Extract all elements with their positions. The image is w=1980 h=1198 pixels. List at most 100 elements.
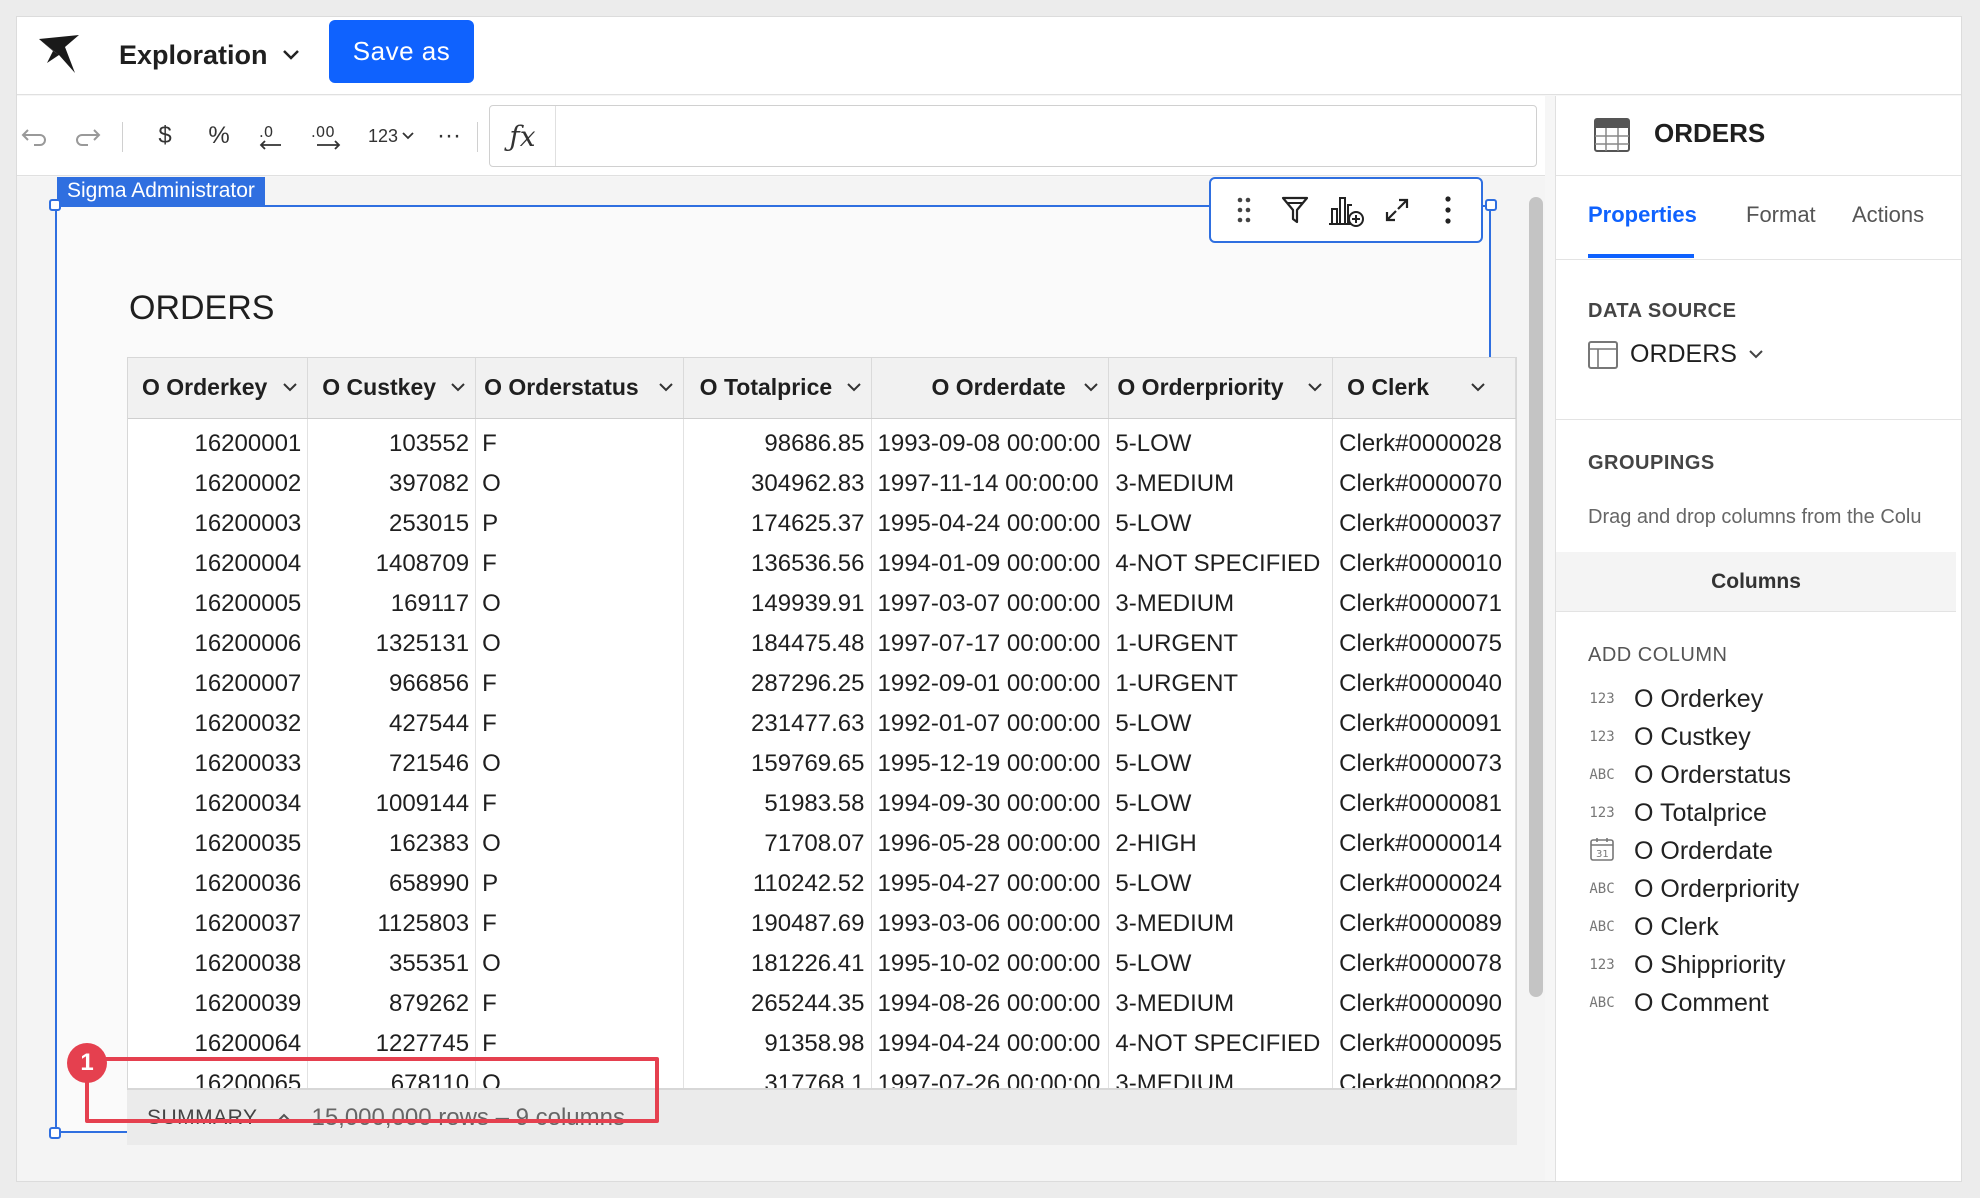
- table-cell[interactable]: O: [475, 464, 684, 504]
- table-cell[interactable]: F: [475, 784, 684, 824]
- table-cell[interactable]: O: [475, 584, 684, 624]
- table-cell[interactable]: Clerk#0000028: [1332, 418, 1516, 464]
- table-cell[interactable]: 3-MEDIUM: [1108, 584, 1334, 624]
- table-cell[interactable]: 2-HIGH: [1108, 824, 1334, 864]
- table-cell[interactable]: Clerk#0000024: [1332, 864, 1516, 904]
- table-row[interactable]: 16200033 721546 O 159769.65 1995-12-19 00:00…: [128, 744, 1516, 784]
- table-cell[interactable]: 1995-10-02 00:00:00: [871, 944, 1110, 984]
- table-element[interactable]: ORDERS O Orderkey O Custkey O Orderstatu…: [49, 199, 1517, 1145]
- table-cell[interactable]: F: [475, 984, 684, 1024]
- table-cell[interactable]: 721546: [307, 744, 477, 784]
- table-cell[interactable]: 159769.65: [683, 744, 872, 784]
- table-cell[interactable]: 103552: [307, 418, 477, 464]
- table-cell[interactable]: Clerk#0000070: [1332, 464, 1516, 504]
- resize-handle[interactable]: [1485, 199, 1497, 211]
- table-cell[interactable]: 51983.58: [683, 784, 872, 824]
- table-cell[interactable]: Clerk#0000082: [1332, 1064, 1516, 1088]
- table-cell[interactable]: 879262: [307, 984, 477, 1024]
- redo-icon[interactable]: [71, 118, 105, 154]
- table-row[interactable]: 16200007 966856 F 287296.25 1992-09-01 00:00…: [128, 664, 1516, 704]
- table-cell[interactable]: F: [475, 544, 684, 584]
- table-cell[interactable]: Clerk#0000075: [1332, 624, 1516, 664]
- table-row[interactable]: 16200002 397082 O 304962.83 1997-11-14 00:00…: [128, 464, 1516, 504]
- table-cell[interactable]: 4-NOT SPECIFIED: [1108, 544, 1334, 584]
- table-cell[interactable]: 190487.69: [683, 904, 872, 944]
- table-cell[interactable]: 1993-03-06 00:00:00: [871, 904, 1110, 944]
- table-cell[interactable]: 427544: [307, 704, 477, 744]
- column-header[interactable]: O Custkey: [307, 358, 477, 419]
- table-cell[interactable]: O: [475, 744, 684, 784]
- table-cell[interactable]: 136536.56: [683, 544, 872, 584]
- undo-icon[interactable]: [17, 118, 51, 154]
- add-chart-icon[interactable]: [1324, 188, 1368, 232]
- column-list-item[interactable]: 123 O Shippriority: [1588, 946, 1948, 984]
- table-cell[interactable]: 16200001: [128, 418, 309, 464]
- table-cell[interactable]: 1992-01-07 00:00:00: [871, 704, 1110, 744]
- table-cell[interactable]: 3-MEDIUM: [1108, 1064, 1334, 1088]
- table-row[interactable]: 16200003 253015 P 174625.37 1995-04-24 00:00…: [128, 504, 1516, 544]
- table-cell[interactable]: Clerk#0000090: [1332, 984, 1516, 1024]
- table-row[interactable]: 16200001 103552 F 98686.85 1993-09-08 00:00:…: [128, 418, 1516, 464]
- table-cell[interactable]: 16200006: [128, 624, 309, 664]
- table-cell[interactable]: 174625.37: [683, 504, 872, 544]
- table-cell[interactable]: 16200035: [128, 824, 309, 864]
- table-cell[interactable]: 16200004: [128, 544, 309, 584]
- table-cell[interactable]: Clerk#0000091: [1332, 704, 1516, 744]
- table-cell[interactable]: 1325131: [307, 624, 477, 664]
- table-cell[interactable]: 16200034: [128, 784, 309, 824]
- table-cell[interactable]: 162383: [307, 824, 477, 864]
- table-cell[interactable]: 91358.98: [683, 1024, 872, 1064]
- table-cell[interactable]: 16200007: [128, 664, 309, 704]
- expand-icon[interactable]: [1375, 188, 1419, 232]
- table-cell[interactable]: F: [475, 664, 684, 704]
- vertical-scrollbar[interactable]: [1529, 197, 1543, 997]
- table-cell[interactable]: 110242.52: [683, 864, 872, 904]
- resize-handle[interactable]: [49, 199, 61, 211]
- table-cell[interactable]: 5-LOW: [1108, 704, 1334, 744]
- table-cell[interactable]: 3-MEDIUM: [1108, 984, 1334, 1024]
- chevron-down-icon[interactable]: [1471, 383, 1485, 392]
- drag-handle-icon[interactable]: [1222, 188, 1266, 232]
- table-row[interactable]: 16200035 162383 O 71708.07 1996-05-28 00:00:…: [128, 824, 1516, 864]
- table-cell[interactable]: 184475.48: [683, 624, 872, 664]
- column-header[interactable]: O Clerk: [1332, 358, 1516, 419]
- table-cell[interactable]: 1993-09-08 00:00:00: [871, 418, 1110, 464]
- column-list-item[interactable]: ABC O Orderstatus: [1588, 756, 1948, 794]
- column-list-item[interactable]: ABC O Orderpriority: [1588, 870, 1948, 908]
- table-cell[interactable]: 169117: [307, 584, 477, 624]
- table-cell[interactable]: 16200039: [128, 984, 309, 1024]
- table-cell[interactable]: Clerk#0000089: [1332, 904, 1516, 944]
- table-cell[interactable]: 1992-09-01 00:00:00: [871, 664, 1110, 704]
- number-format-dropdown[interactable]: 123: [361, 118, 421, 154]
- chevron-down-icon[interactable]: [1084, 383, 1099, 392]
- table-cell[interactable]: 1995-04-24 00:00:00: [871, 504, 1110, 544]
- chevron-down-icon[interactable]: [283, 383, 297, 392]
- column-header[interactable]: O Totalprice: [683, 358, 872, 419]
- tab-format[interactable]: Format: [1746, 202, 1816, 228]
- table-cell[interactable]: 317768.1: [683, 1064, 872, 1088]
- table-row[interactable]: 16200038 355351 O 181226.41 1995-10-02 00:00…: [128, 944, 1516, 984]
- table-cell[interactable]: 98686.85: [683, 418, 872, 464]
- table-cell[interactable]: 71708.07: [683, 824, 872, 864]
- column-list-item[interactable]: 31 O Orderdate: [1588, 832, 1948, 870]
- decrease-decimals-icon[interactable]: .0: [249, 118, 293, 154]
- table-cell[interactable]: 355351: [307, 944, 477, 984]
- table-cell[interactable]: 1995-04-27 00:00:00: [871, 864, 1110, 904]
- tab-actions[interactable]: Actions: [1852, 202, 1924, 228]
- table-row[interactable]: 16200006 1325131 O 184475.48 1997-07-17 00:0…: [128, 624, 1516, 664]
- save-as-button[interactable]: Save as: [329, 20, 474, 83]
- table-cell[interactable]: 181226.41: [683, 944, 872, 984]
- chevron-down-icon[interactable]: [451, 383, 465, 392]
- chevron-down-icon[interactable]: [1308, 383, 1322, 392]
- table-cell[interactable]: P: [475, 864, 684, 904]
- add-column-heading[interactable]: ADD COLUMN: [1588, 644, 1727, 667]
- table-cell[interactable]: 16200003: [128, 504, 309, 544]
- table-row[interactable]: 16200005 169117 O 149939.91 1997-03-07 00:00…: [128, 584, 1516, 624]
- table-cell[interactable]: 1125803: [307, 904, 477, 944]
- data-source-selector[interactable]: ORDERS: [1588, 340, 1763, 369]
- table-cell[interactable]: 16200005: [128, 584, 309, 624]
- table-cell[interactable]: 304962.83: [683, 464, 872, 504]
- resize-handle[interactable]: [49, 1127, 61, 1139]
- table-cell[interactable]: 1408709: [307, 544, 477, 584]
- table-cell[interactable]: F: [475, 704, 684, 744]
